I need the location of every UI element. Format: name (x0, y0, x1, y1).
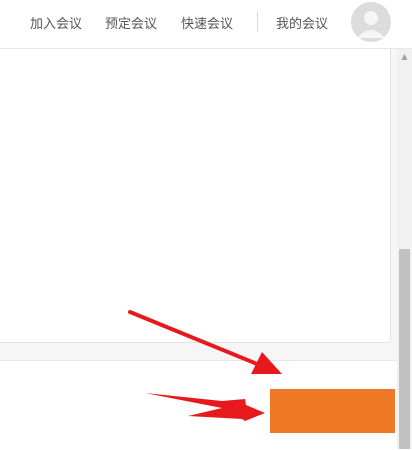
nav-quick-meeting[interactable]: 快速会议 (181, 13, 233, 32)
nav-divider (257, 11, 258, 32)
nav-my-meetings[interactable]: 我的会议 (276, 13, 328, 32)
top-navigation-bar: 加入会议 预定会议 快速会议 我的会议 (0, 0, 412, 49)
nav-join-meeting[interactable]: 加入会议 (30, 13, 82, 32)
vertical-scrollbar[interactable]: ▲ (397, 49, 412, 449)
scroll-up-arrow-icon[interactable]: ▲ (397, 49, 412, 64)
user-avatar-icon[interactable] (351, 2, 391, 42)
scrollbar-thumb[interactable] (399, 249, 410, 449)
nav-schedule-meeting[interactable]: 预定会议 (105, 13, 157, 32)
orange-action-button[interactable] (270, 389, 395, 433)
content-panel (0, 49, 391, 343)
